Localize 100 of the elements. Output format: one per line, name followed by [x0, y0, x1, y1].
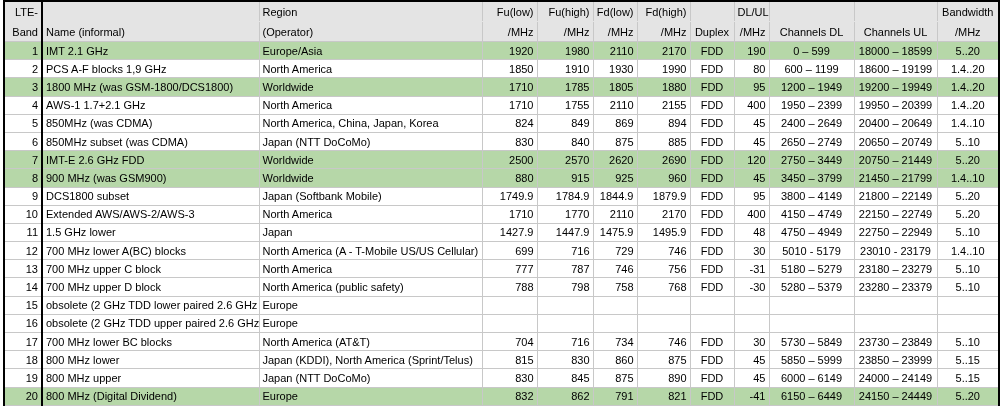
table-cell: 5010 - 5179 [769, 241, 854, 260]
table-cell: -31 [734, 259, 769, 278]
table-cell: 850MHz subset (was CDMA) [42, 132, 259, 151]
table-cell: 1879.9 [637, 187, 690, 206]
table-cell: 18 [4, 350, 42, 369]
table-cell: FDD [690, 368, 734, 388]
table-cell: 1710 [482, 205, 537, 224]
table-cell: 1755 [537, 96, 593, 115]
table-cell: 2110 [593, 96, 637, 115]
table-cell: 400 [734, 96, 769, 115]
table-cell: 1990 [637, 59, 690, 78]
table-cell: North America [259, 59, 482, 78]
table-cell: 4750 – 4949 [769, 223, 854, 242]
table-cell: 1850 [482, 59, 537, 78]
column-header: DL/UL [734, 1, 769, 22]
table-cell: 1495.9 [637, 223, 690, 242]
table-cell: 845 [537, 368, 593, 388]
table-cell: 6000 – 6149 [769, 368, 854, 388]
table-cell: North America [259, 259, 482, 278]
table-cell: 830 [537, 350, 593, 369]
table-cell: 13 [4, 259, 42, 278]
table-cell: 729 [593, 241, 637, 260]
table-cell: FDD [690, 350, 734, 369]
table-cell: 1784.9 [537, 187, 593, 206]
table-cell: 23850 – 23999 [854, 350, 937, 369]
table-cell: 700 MHz lower BC blocks [42, 332, 259, 351]
table-cell: 12 [4, 241, 42, 260]
table-cell: 2400 – 2649 [769, 114, 854, 133]
table-cell: 23010 - 23179 [854, 241, 937, 260]
table-cell: 1844.9 [593, 187, 637, 206]
table-cell: North America [259, 205, 482, 224]
table-cell: 24000 – 24149 [854, 368, 937, 388]
table-cell: 45 [734, 368, 769, 388]
table-cell: 2110 [593, 205, 637, 224]
table-cell: FDD [690, 332, 734, 351]
column-header: LTE- [4, 1, 42, 22]
table-cell: 18600 – 19199 [854, 59, 937, 78]
table-cell: 4 [4, 96, 42, 115]
table-cell: 20 [4, 387, 42, 406]
table-cell: Extended AWS/AWS-2/AWS-3 [42, 205, 259, 224]
table-cell: Japan (NTT DoCoMo) [259, 132, 482, 151]
table-cell: 894 [637, 114, 690, 133]
column-header: Fu(low) [482, 1, 537, 22]
table-cell: DCS1800 subset [42, 187, 259, 206]
table-cell: 1749.9 [482, 187, 537, 206]
table-cell: 777 [482, 259, 537, 278]
table-cell: 746 [593, 259, 637, 278]
table-cell: 14 [4, 277, 42, 297]
table-cell: 700 MHz upper C block [42, 259, 259, 278]
table-cell: 1710 [482, 96, 537, 115]
table-cell: Japan (Softbank Mobile) [259, 187, 482, 206]
table-cell: 7 [4, 150, 42, 169]
table-cell: 5180 – 5279 [769, 259, 854, 278]
table-cell: 787 [537, 259, 593, 278]
table-cell: 20400 – 20649 [854, 114, 937, 133]
table-cell: 875 [637, 350, 690, 369]
table-cell: Europe [259, 314, 482, 333]
table-cell: 45 [734, 114, 769, 133]
table-cell: 734 [593, 332, 637, 351]
table-cell: 716 [537, 332, 593, 351]
table-cell: 23280 – 23379 [854, 277, 937, 297]
table-cell: 600 – 1199 [769, 59, 854, 78]
table-cell: 758 [593, 277, 637, 297]
table-cell: 16 [4, 314, 42, 333]
table-cell: FDD [690, 59, 734, 78]
table-cell: 5730 – 5849 [769, 332, 854, 351]
table-cell: 45 [734, 132, 769, 151]
table-cell: FDD [690, 241, 734, 260]
table-cell: 815 [482, 350, 537, 369]
table-cell: North America (A - T-Mobile US/US Cellular) [259, 241, 482, 260]
table-cell: 11 [4, 223, 42, 242]
table-cell: 1 [4, 41, 42, 60]
table-cell: 800 MHz lower [42, 350, 259, 369]
table-cell: 1910 [537, 59, 593, 78]
table-cell: 80 [734, 59, 769, 78]
table-cell: 875 [593, 368, 637, 388]
table-cell: North America [259, 96, 482, 115]
table-cell: 716 [537, 241, 593, 260]
table-cell: North America, China, Japan, Korea [259, 114, 482, 133]
table-cell: 10 [4, 205, 42, 224]
table-cell: 2650 – 2749 [769, 132, 854, 151]
table-cell: 890 [637, 368, 690, 388]
table-cell: 800 MHz upper [42, 368, 259, 388]
table-cell: 850MHz (was CDMA) [42, 114, 259, 133]
table-cell: 830 [482, 132, 537, 151]
table-cell: FDD [690, 187, 734, 206]
table-cell: 830 [482, 368, 537, 388]
table-cell: 700 MHz upper D block [42, 277, 259, 297]
table-cell: 869 [593, 114, 637, 133]
table-cell: FDD [690, 114, 734, 133]
table-cell: Japan (KDDI), North America (Sprint/Telus) [259, 350, 482, 369]
table-cell: 5280 – 5379 [769, 277, 854, 297]
table-cell: 9 [4, 187, 42, 206]
table-cell: 885 [637, 132, 690, 151]
table-cell: 22750 – 22949 [854, 223, 937, 242]
table-cell: FDD [690, 259, 734, 278]
table-cell: 875 [593, 132, 637, 151]
table-cell: 21800 – 22149 [854, 187, 937, 206]
table-cell: 840 [537, 132, 593, 151]
table-cell: 23180 – 23279 [854, 259, 937, 278]
